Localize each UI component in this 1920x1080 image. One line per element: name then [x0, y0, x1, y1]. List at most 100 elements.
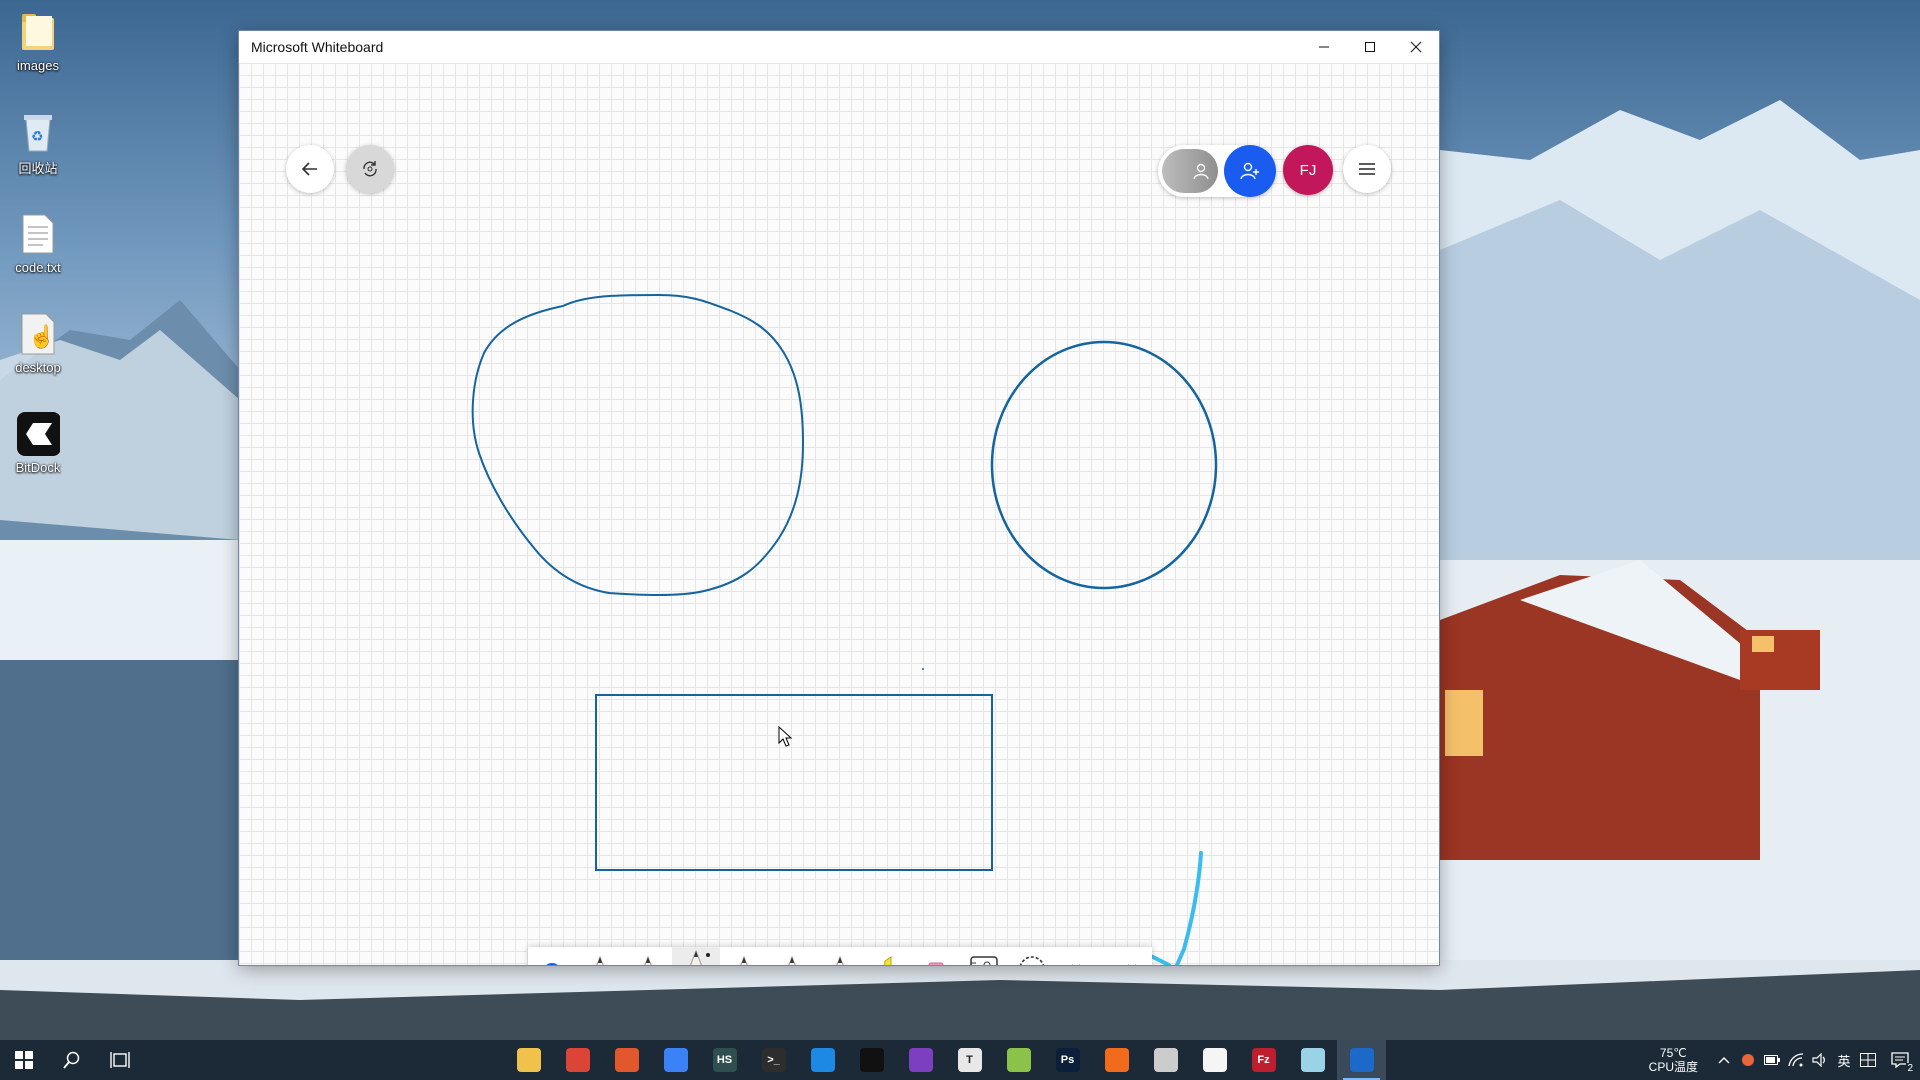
ink-dot — [922, 668, 924, 670]
chrome-icon — [565, 1048, 590, 1072]
taskbar-app-file-explorer[interactable] — [504, 1040, 553, 1080]
ink-rectangle-shape[interactable] — [595, 694, 993, 871]
taskbar-left — [0, 1040, 144, 1080]
select-tool[interactable] — [528, 947, 576, 965]
whiteboard-icon — [1349, 1048, 1374, 1072]
window-controls — [1301, 31, 1439, 63]
taskbar-app-app-orange[interactable] — [602, 1040, 651, 1080]
whiteboard-canvas[interactable]: FJ — [239, 63, 1439, 965]
taskbar-app-filezilla[interactable]: Fz — [1239, 1040, 1288, 1080]
undo[interactable] — [1056, 947, 1104, 965]
desktop-icon-desktop[interactable]: ☝ desktop — [2, 310, 74, 375]
network-button[interactable] — [1784, 1040, 1808, 1080]
desktop-icon-images[interactable]: images — [2, 8, 74, 73]
tray-overflow-button[interactable] — [1712, 1040, 1736, 1080]
app-tray-icon — [1742, 1054, 1754, 1066]
desktop-icon-label: code.txt — [15, 260, 61, 275]
highlighter[interactable] — [864, 947, 912, 965]
speaker-icon — [1812, 1053, 1825, 1067]
pen-icon — [644, 955, 652, 965]
notes-icon — [1300, 1048, 1325, 1072]
system-tray: 75℃ CPU温度 英 2 — [1649, 1040, 1920, 1080]
pen-blue[interactable] — [672, 947, 720, 965]
notification-count-badge: 2 — [1906, 1063, 1914, 1074]
keyboard-button[interactable] — [1856, 1040, 1880, 1080]
notification-center-button[interactable]: 2 — [1880, 1040, 1920, 1080]
taskbar-app-chrome[interactable] — [553, 1040, 602, 1080]
whiteboard-window: Microsoft Whiteboard FJ — [239, 31, 1439, 965]
app-orange2-icon — [1104, 1048, 1129, 1072]
pen-lightblue[interactable] — [720, 947, 768, 965]
app-avatar-icon — [1153, 1048, 1178, 1072]
taskbar-apps: HS >_ T Ps Fz — [504, 1040, 1386, 1080]
ruler-icon — [970, 956, 998, 965]
highlighter-icon — [884, 956, 892, 965]
ink-blob-shape[interactable] — [471, 293, 805, 596]
tray-app-icon[interactable] — [1736, 1040, 1760, 1080]
pen-red-2[interactable] — [768, 947, 816, 965]
chevron-up-icon — [1718, 1057, 1730, 1064]
pen-icon — [690, 949, 702, 965]
folder-icon — [16, 8, 60, 56]
ruler[interactable] — [960, 947, 1008, 965]
lasso[interactable] — [1008, 947, 1056, 965]
close-button[interactable] — [1393, 31, 1439, 63]
close-icon — [1410, 41, 1422, 53]
pen-icon — [740, 955, 748, 965]
taskbar-app-vscode[interactable] — [798, 1040, 847, 1080]
taskbar-app-typora[interactable]: T — [945, 1040, 994, 1080]
taskbar-app-visual-studio[interactable] — [896, 1040, 945, 1080]
taskbar: HS >_ T Ps Fz 75℃ CPU温度 英 2 — [0, 1040, 1920, 1080]
windows-icon — [15, 1051, 33, 1069]
taskbar-app-terminal[interactable]: >_ — [749, 1040, 798, 1080]
title-bar[interactable]: Microsoft Whiteboard — [239, 31, 1439, 63]
desktop-icon-code-txt[interactable]: code.txt — [2, 210, 74, 275]
taskbar-app-qq[interactable] — [847, 1040, 896, 1080]
taskbar-app-file[interactable] — [1190, 1040, 1239, 1080]
task-view-icon — [110, 1052, 130, 1068]
taskbar-app-app-orange2[interactable] — [1092, 1040, 1141, 1080]
taskbar-app-whiteboard[interactable] — [1337, 1040, 1386, 1080]
file-explorer-icon — [516, 1048, 541, 1072]
photoshop-icon: Ps — [1055, 1048, 1080, 1072]
task-view-button[interactable] — [96, 1040, 144, 1080]
pen-yellow[interactable] — [576, 947, 624, 965]
eraser[interactable] — [912, 947, 960, 965]
desktop-icon-bitdock[interactable]: BitDock — [2, 410, 74, 475]
undo-icon — [1072, 964, 1080, 965]
taskbar-app-app-green[interactable] — [994, 1040, 1043, 1080]
taskbar-app-app-blue[interactable] — [651, 1040, 700, 1080]
maximize-button[interactable] — [1347, 31, 1393, 63]
start-button[interactable] — [0, 1040, 48, 1080]
ink-circle-shape[interactable] — [990, 340, 1218, 590]
battery-button[interactable] — [1760, 1040, 1784, 1080]
check-circle-icon — [546, 963, 558, 965]
eraser-icon — [928, 962, 944, 965]
taskbar-app-notes[interactable] — [1288, 1040, 1337, 1080]
cpu-temperature[interactable]: 75℃ CPU温度 — [1649, 1046, 1698, 1074]
taskbar-app-app-avatar[interactable] — [1141, 1040, 1190, 1080]
text-file-icon — [16, 210, 60, 258]
pen-rainbow[interactable] — [816, 947, 864, 965]
input-method-button[interactable]: 英 — [1832, 1040, 1856, 1080]
cpu-temp-label: CPU温度 — [1648, 1060, 1698, 1074]
maximize-icon — [1365, 42, 1375, 52]
window-title: Microsoft Whiteboard — [251, 39, 384, 55]
app-blue-icon — [663, 1048, 688, 1072]
mouse-cursor-icon — [778, 725, 793, 747]
pen-red[interactable] — [624, 947, 672, 965]
app-orange-icon — [614, 1048, 639, 1072]
cpu-temp-value: 75℃ — [1659, 1046, 1687, 1060]
minimize-button[interactable] — [1301, 31, 1347, 63]
ink-stroke[interactable] — [1175, 851, 1203, 965]
taskbar-app-hs[interactable]: HS — [700, 1040, 749, 1080]
minimize-icon — [1319, 46, 1329, 48]
search-button[interactable] — [48, 1040, 96, 1080]
desktop-icon-recycle-bin[interactable]: ♻ 回收站 — [2, 108, 74, 177]
desktop-icon-label: desktop — [15, 360, 61, 375]
desktop-icon-label: 回收站 — [18, 161, 58, 176]
redo[interactable] — [1104, 947, 1152, 965]
volume-button[interactable] — [1808, 1040, 1832, 1080]
wifi-icon — [1788, 1053, 1804, 1067]
taskbar-app-photoshop[interactable]: Ps — [1043, 1040, 1092, 1080]
